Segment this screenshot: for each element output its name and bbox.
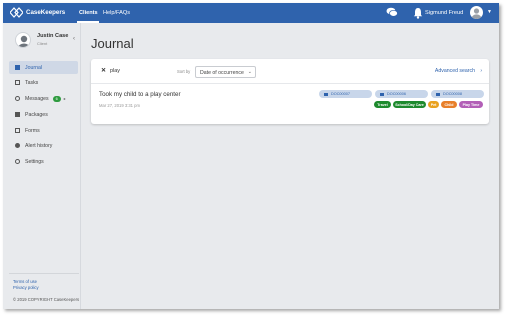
copyright: © 2019 COPYRIGHT CaseKeepers [13,297,80,302]
tag-pet[interactable]: Pet [428,101,439,108]
advanced-search-link[interactable]: Advanced search [435,68,475,74]
unread-badge: 6 [52,95,61,102]
client-role: Client [37,41,48,46]
tag-school-day-care[interactable]: School/Day Care [393,101,426,108]
sidebar-item-label: Messages [25,95,49,102]
chevron-right-icon[interactable]: › [480,68,482,74]
user-name[interactable]: Sigmund Freud [425,10,463,16]
image-icon [380,92,384,96]
clear-search-icon[interactable]: ✕ [101,67,106,74]
client-name: Justin Case [37,33,69,39]
page-title: Journal [91,36,134,51]
image-icon [324,92,328,96]
sidebar-item-settings[interactable]: Settings [9,155,78,168]
sort-value: Date of occurrence [200,70,244,76]
tasks-icon [15,80,20,85]
sidebar-item-messages[interactable]: Messages 6 ▸ [9,92,78,105]
document-id: DOC00007 [331,92,350,96]
app-window: CaseKeepers Clients Help/FAQs Sigmund Fr… [3,3,499,309]
chevron-left-icon[interactable]: ‹ [73,36,75,42]
logo[interactable]: CaseKeepers [10,7,65,18]
person-icon [471,8,482,19]
chevron-down-icon: ⌄ [247,69,252,75]
tag-travel[interactable]: Travel [374,101,391,108]
sidebar-item-forms[interactable]: Forms [9,124,78,137]
nav-help[interactable]: Help/FAQs [103,10,130,16]
app-name: CaseKeepers [26,9,66,16]
image-icon [436,92,440,96]
divider [9,273,79,274]
document-id: DOC00008 [443,92,462,96]
sidebar-item-packages[interactable]: Packages [9,108,78,121]
entry-date: Mar 27, 2019 3:31 pm [99,103,140,108]
sidebar-item-label: Journal [25,64,43,71]
sort-select[interactable]: Date of occurrence ⌄ [195,66,256,78]
sidebar-item-label: Forms [25,127,40,134]
terms-link[interactable]: Terms of use [13,279,37,284]
sidebar-item-tasks[interactable]: Tasks [9,76,78,89]
sidebar-item-journal[interactable]: Journal [9,61,78,74]
divider [91,83,489,84]
bell-icon[interactable] [413,7,423,19]
entry-title[interactable]: Took my child to a play center [99,91,181,98]
document-chip[interactable]: DOC00008 [431,90,484,98]
document-chip[interactable]: DOC00007 [319,90,372,98]
sidebar-item-label: Alert history [25,142,53,149]
sidebar-item-label: Settings [25,158,44,165]
chat-icon[interactable] [386,7,398,18]
chevron-down-icon[interactable]: ▼ [487,9,492,15]
sidebar-item-label: Tasks [25,79,39,86]
chat-icon [15,96,20,101]
form-icon [15,128,20,133]
logo-icon [10,7,23,18]
caret-right-icon: ▸ [63,96,66,101]
package-icon [15,112,20,117]
journal-card: ✕ play Sort by Date of occurrence ⌄ Adva… [91,59,489,124]
client-avatar [15,32,31,48]
sidebar-item-label: Packages [25,111,48,118]
nav-clients[interactable]: Clients [79,10,98,16]
alert-icon [15,143,20,148]
tag-child[interactable]: Child [441,101,457,108]
journal-icon [15,65,20,70]
user-avatar[interactable] [470,6,483,19]
document-id: DOC00006 [387,92,406,96]
top-navbar: CaseKeepers Clients Help/FAQs Sigmund Fr… [3,3,499,23]
settings-icon [15,159,20,164]
tag-play-time[interactable]: Play Time [459,101,483,108]
search-input[interactable]: play [110,68,120,74]
sort-label: Sort by [177,69,191,74]
document-chip[interactable]: DOC00006 [375,90,428,98]
sidebar: Justin Case Client ‹ Journal Tasks Messa… [3,23,81,309]
privacy-link[interactable]: Privacy policy [13,285,39,290]
sidebar-item-alert-history[interactable]: Alert history [9,139,78,152]
person-icon [18,35,30,47]
